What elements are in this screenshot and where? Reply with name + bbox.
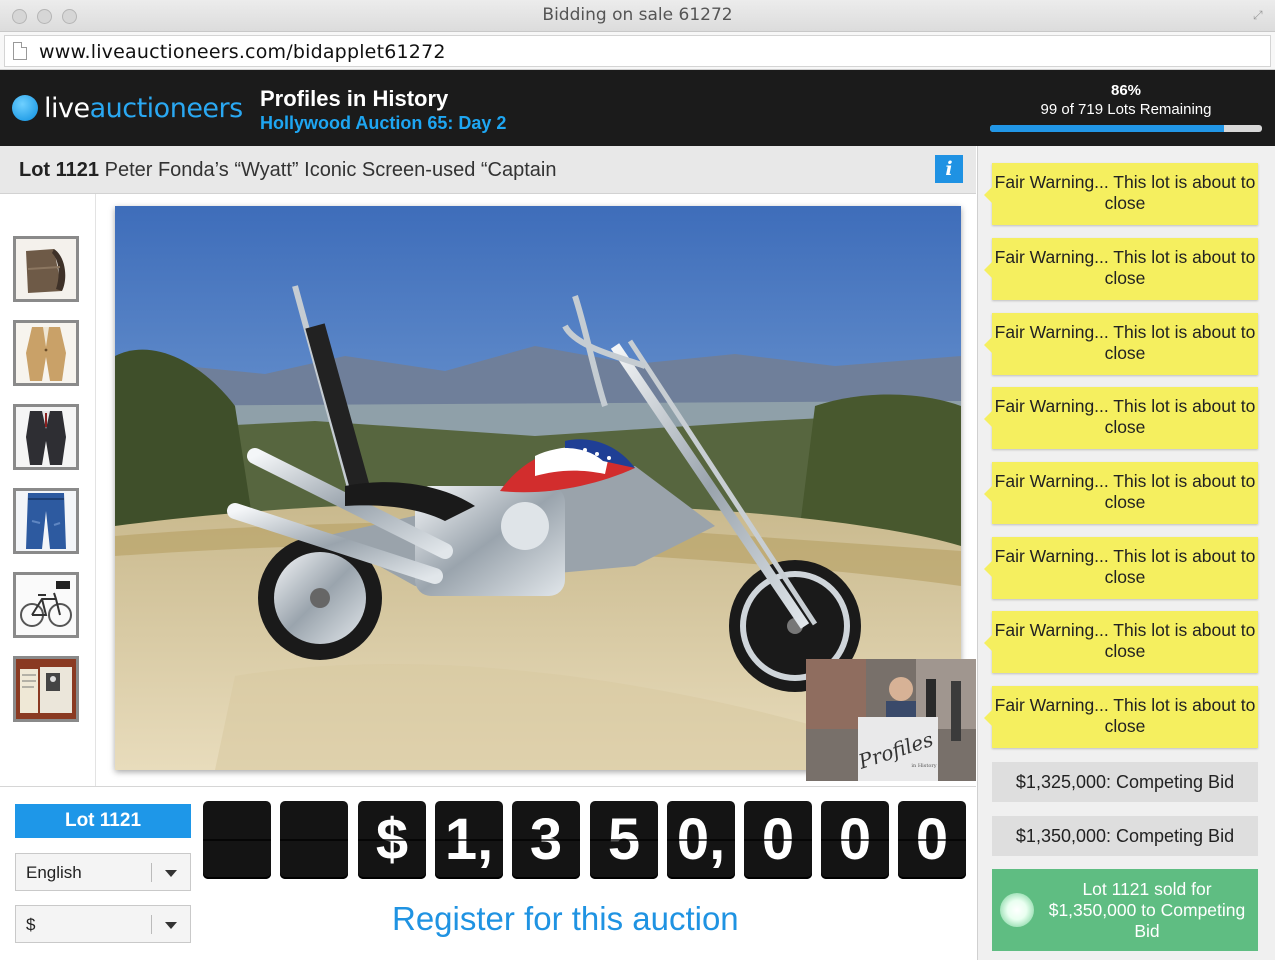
fair-warning-message: Fair Warning... This lot is about to clo… <box>984 163 1258 225</box>
svg-text:in History: in History <box>911 763 936 769</box>
price-digit: 0 <box>898 801 966 879</box>
liveauctioneers-logo[interactable]: live auctioneers <box>12 92 243 124</box>
fair-warning-message: Fair Warning... This lot is about to clo… <box>984 387 1258 449</box>
sold-text: Lot 1121 sold for $1,350,000 to Competin… <box>1048 879 1246 941</box>
window-title: Bidding on sale 61272 <box>542 5 733 25</box>
chevron-down-icon <box>165 922 177 929</box>
lot-sold-message: Lot 1121 sold for $1,350,000 to Competin… <box>992 869 1258 951</box>
currency-value: $ <box>26 915 36 934</box>
window-titlebar: Bidding on sale 61272 ⤢ <box>0 0 1275 32</box>
chevron-down-icon <box>165 870 177 877</box>
price-digit: 3 <box>512 801 580 879</box>
url-text[interactable]: www.liveauctioneers.com/bidapplet61272 <box>39 41 446 63</box>
price-digit <box>203 801 271 879</box>
thumbnail-1[interactable] <box>13 236 79 302</box>
logo-dot-icon <box>12 95 38 121</box>
lot-title-bar: Lot 1121 Peter Fonda’s “Wyatt” Iconic Sc… <box>0 146 976 194</box>
progress-bar <box>990 125 1262 132</box>
fair-warning-message: Fair Warning... This lot is about to clo… <box>984 537 1258 599</box>
price-digit: 0 <box>744 801 812 879</box>
price-digit: 0 <box>821 801 889 879</box>
competing-bid-row: $1,350,000: Competing Bid <box>992 816 1258 856</box>
auction-house-name: Profiles in History <box>260 86 449 111</box>
lot-title: Lot 1121 Peter Fonda’s “Wyatt” Iconic Sc… <box>19 159 556 182</box>
thumbnail-column <box>0 194 96 786</box>
select-divider <box>151 863 152 882</box>
auctioneer-webcam[interactable]: Profiles in History <box>806 659 976 781</box>
logo-text-live: live <box>44 92 90 124</box>
fair-warning-message: Fair Warning... This lot is about to clo… <box>984 313 1258 375</box>
sold-status-icon <box>1000 893 1034 927</box>
language-value: English <box>26 863 82 882</box>
thumbnail-6[interactable] <box>13 656 79 722</box>
price-digit: $ <box>358 801 426 879</box>
price-digit: 1, <box>435 801 503 879</box>
price-digit: 5 <box>590 801 658 879</box>
lot-number: Lot 1121 <box>19 159 100 181</box>
fair-warning-message: Fair Warning... This lot is about to clo… <box>984 462 1258 524</box>
competing-bid-row: $1,325,000: Competing Bid <box>992 762 1258 802</box>
fullscreen-icon[interactable]: ⤢ <box>1253 8 1267 22</box>
price-digit <box>280 801 348 879</box>
fair-warning-message: Fair Warning... This lot is about to clo… <box>984 686 1258 748</box>
address-bar: www.liveauctioneers.com/bidapplet61272 <box>0 32 1275 70</box>
page-icon <box>13 42 27 60</box>
logo-text-auctioneers: auctioneers <box>89 92 244 124</box>
price-digit: 0, <box>667 801 735 879</box>
currency-select[interactable]: $ <box>15 905 191 943</box>
current-lot-button[interactable]: Lot 1121 <box>15 804 191 838</box>
sale-name: Hollywood Auction 65: Day 2 <box>260 113 507 133</box>
progress-bar-fill <box>990 125 1224 132</box>
thumbnail-2[interactable] <box>13 320 79 386</box>
fair-warning-message: Fair Warning... This lot is about to clo… <box>984 611 1258 673</box>
progress-percent: 86% <box>1110 82 1142 99</box>
url-field[interactable]: www.liveauctioneers.com/bidapplet61272 <box>4 35 1271 67</box>
site-header: live auctioneers Profiles in History Holl… <box>0 70 1275 146</box>
info-icon[interactable]: i <box>935 155 963 183</box>
thumbnail-4[interactable] <box>13 488 79 554</box>
thumbnail-3[interactable] <box>13 404 79 470</box>
thumbnail-5[interactable] <box>13 572 79 638</box>
language-select[interactable]: English <box>15 853 191 891</box>
lots-remaining: 99 of 719 Lots Remaining <box>1040 101 1212 118</box>
select-divider <box>151 915 152 934</box>
fair-warning-message: Fair Warning... This lot is about to clo… <box>984 238 1258 300</box>
lot-description: Peter Fonda’s “Wyatt” Iconic Screen-used… <box>104 159 557 181</box>
register-link[interactable]: Register for this auction <box>392 900 739 938</box>
